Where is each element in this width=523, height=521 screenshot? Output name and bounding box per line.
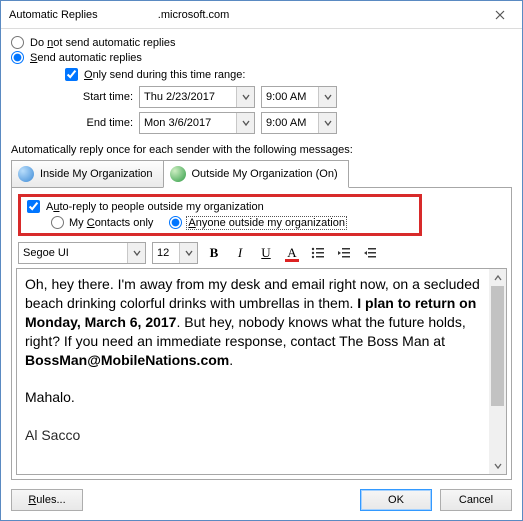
outside-options-highlight: Auto-reply to people outside my organiza… [18,194,422,236]
editor-scrollbar[interactable] [489,269,506,474]
dialog-footer: Rules... OK Cancel [1,480,522,520]
ok-button[interactable]: OK [360,489,432,511]
start-time-label: Start time: [65,91,133,103]
send-radio[interactable]: Send automatic replies [11,50,512,65]
start-time-input[interactable] [262,87,318,107]
end-time-input[interactable] [262,113,318,133]
font-size-combo[interactable] [152,242,198,264]
scroll-up-icon[interactable] [489,269,506,286]
tab-body-outside: Auto-reply to people outside my organiza… [11,187,512,480]
font-name-combo[interactable] [18,242,146,264]
start-date-input[interactable] [140,87,236,107]
outdent-button[interactable] [334,243,354,263]
tab-outside-label: Outside My Organization (On) [192,168,338,180]
msg-signature: Al Sacco [25,426,481,445]
inside-org-icon [18,166,34,182]
chevron-down-icon[interactable] [127,243,145,263]
only-send-range-checkbox[interactable]: Only send during this time range: [65,67,512,82]
chevron-down-icon[interactable] [236,113,254,133]
tab-inside-label: Inside My Organization [40,168,153,180]
end-date-input[interactable] [140,113,236,133]
end-time-label: End time: [65,117,133,129]
msg-bold-email: BossMan@MobileNations.com [25,352,229,368]
tab-inside-org[interactable]: Inside My Organization [11,160,164,188]
start-date-combo[interactable] [139,86,255,108]
close-icon[interactable] [478,1,522,29]
chevron-down-icon[interactable] [236,87,254,107]
font-size-input[interactable] [153,243,179,263]
chevron-down-icon[interactable] [318,87,336,107]
end-time-row: End time: [65,112,512,134]
font-name-input[interactable] [19,243,127,263]
font-color-button[interactable]: A [282,243,302,263]
titlebar: Automatic Replies .microsoft.com [1,1,522,29]
italic-button[interactable]: I [230,243,250,263]
message-body[interactable]: Oh, hey there. I'm away from my desk and… [17,269,489,474]
bullet-list-button[interactable] [308,243,328,263]
tab-outside-org[interactable]: Outside My Organization (On) [163,160,349,188]
scroll-down-icon[interactable] [489,457,506,474]
outside-org-icon [170,166,186,182]
format-toolbar: B I U A [16,242,507,264]
indent-button[interactable] [360,243,380,263]
scroll-thumb[interactable] [491,286,504,406]
msg-text: . [229,352,233,368]
title-main: Automatic Replies [9,9,98,21]
dont-send-radio[interactable]: Do not send automatic replies [11,35,512,50]
auto-reply-once-label: Automatically reply once for each sender… [11,144,512,156]
title-domain: .microsoft.com [158,9,230,21]
scroll-track[interactable] [489,286,506,457]
contacts-only-radio[interactable]: My Contacts only [51,216,153,229]
window-title: Automatic Replies .microsoft.com [9,9,229,21]
cancel-button[interactable]: Cancel [440,489,512,511]
start-time-combo[interactable] [261,86,337,108]
start-time-row: Start time: [65,86,512,108]
bold-button[interactable]: B [204,243,224,263]
reply-tabs: Inside My Organization Outside My Organi… [11,160,512,188]
end-date-combo[interactable] [139,112,255,134]
anyone-outside-radio[interactable]: Anyone outside my organization [169,216,346,229]
autoreply-outside-checkbox[interactable]: Auto-reply to people outside my organiza… [27,199,413,214]
automatic-replies-dialog: Automatic Replies .microsoft.com Do not … [0,0,523,521]
chevron-down-icon[interactable] [179,243,197,263]
chevron-down-icon[interactable] [318,113,336,133]
message-editor[interactable]: Oh, hey there. I'm away from my desk and… [16,268,507,475]
msg-signoff: Mahalo. [25,388,481,407]
underline-button[interactable]: U [256,243,276,263]
rules-button[interactable]: Rules... [11,489,83,511]
end-time-combo[interactable] [261,112,337,134]
